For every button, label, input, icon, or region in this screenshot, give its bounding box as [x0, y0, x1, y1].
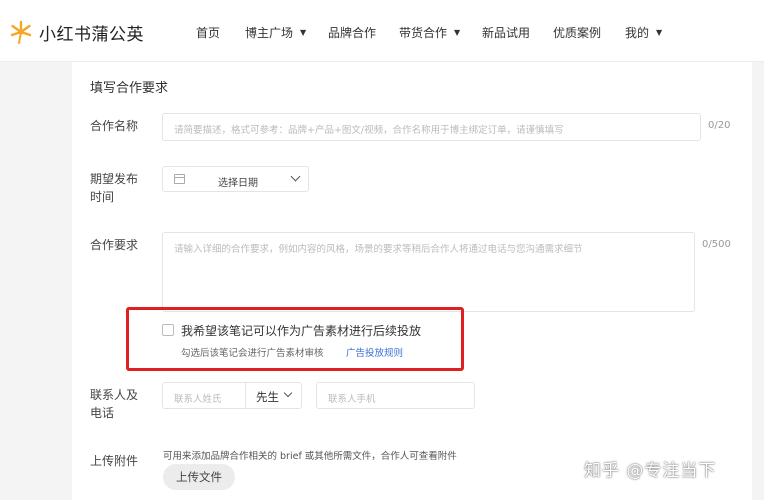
date-picker[interactable]: 选择日期 [162, 166, 309, 192]
caret-down-icon: ▼ [656, 28, 663, 37]
publish-time-label: 期望发布 时间 [90, 170, 138, 206]
attachment-label: 上传附件 [90, 454, 139, 468]
contact-phone-input[interactable]: 联系人手机 [316, 382, 475, 409]
requirements-counter: 0/500 [702, 239, 731, 250]
requirements-placeholder: 请输入详细的合作要求，例如内容的风格，场景的要求等稍后合作人将通过电话与您沟通需… [174, 244, 583, 255]
requirements-label: 合作要求 [90, 238, 139, 252]
publish-time-label-line1: 期望发布 [90, 172, 139, 186]
nav-quality-cases[interactable]: 优质案例 [553, 24, 601, 41]
nav-brand-cooperation[interactable]: 品牌合作 [328, 24, 376, 41]
nav-brand-cooperation-label: 品牌合作 [328, 26, 377, 40]
nav-mine-label: 我的 [625, 26, 650, 40]
nav-product-trial-label: 新品试用 [482, 26, 531, 40]
nav-product-trial[interactable]: 新品试用 [482, 24, 530, 41]
caret-down-icon: ▼ [454, 28, 461, 37]
nav-home-label: 首页 [196, 26, 221, 40]
contact-phone-placeholder: 联系人手机 [328, 394, 376, 405]
publish-time-label-line2: 时间 [90, 190, 115, 204]
caret-down-icon: ▼ [300, 28, 307, 37]
contact-label-line1: 联系人及 [90, 388, 139, 402]
nav-quality-cases-label: 优质案例 [553, 26, 602, 40]
name-label: 合作名称 [90, 119, 139, 133]
name-placeholder: 请简要描述，格式可参考：品牌+产品+图文/视频，合作名称用于博主绑定订单，请谨慎… [174, 125, 564, 136]
attachment-hint: 可用来添加品牌合作相关的 brief 或其他所需文件，合作人可查看附件 [163, 451, 457, 462]
upload-file-button[interactable]: 上传文件 [163, 464, 235, 490]
section-title: 填写合作要求 [90, 81, 169, 96]
nav-creator-plaza-label: 博主广场 [245, 26, 294, 40]
contact-name-placeholder: 联系人姓氏 [174, 394, 222, 405]
contact-label: 联系人及 电话 [90, 386, 138, 422]
chevron-down-icon [283, 388, 293, 398]
date-picker-placeholder: 选择日期 [218, 178, 258, 189]
requirements-textarea[interactable]: 请输入详细的合作要求，例如内容的风格，场景的要求等稍后合作人将通过电话与您沟通需… [162, 232, 695, 312]
calendar-icon [174, 174, 185, 184]
name-input[interactable]: 请简要描述，格式可参考：品牌+产品+图文/视频，合作名称用于博主绑定订单，请谨慎… [162, 113, 701, 141]
logo-text: 小红书蒲公英 [39, 24, 144, 45]
nav-sales-cooperation-label: 带货合作 [399, 26, 448, 40]
top-navbar: 小红书蒲公英 首页 博主广场 ▼ 品牌合作 带货合作 ▼ 新品试用 优质案例 我… [0, 0, 764, 62]
nav-creator-plaza[interactable]: 博主广场 ▼ [245, 24, 306, 41]
chevron-down-icon [290, 171, 301, 182]
dandelion-logo-icon [10, 20, 32, 44]
watermark: 知乎 @专注当下 [584, 461, 717, 481]
highlight-box [126, 307, 464, 371]
contact-title-value: 先生 [256, 390, 279, 404]
nav-sales-cooperation[interactable]: 带货合作 ▼ [399, 24, 460, 41]
logo[interactable]: 小红书蒲公英 [8, 18, 144, 46]
nav-home[interactable]: 首页 [196, 24, 220, 41]
nav-mine[interactable]: 我的 ▼ [625, 24, 662, 41]
contact-title-select[interactable]: 先生 [245, 382, 302, 409]
contact-name-input[interactable]: 联系人姓氏 [162, 382, 246, 409]
contact-label-line2: 电话 [90, 406, 115, 420]
name-counter: 0/20 [708, 120, 731, 131]
